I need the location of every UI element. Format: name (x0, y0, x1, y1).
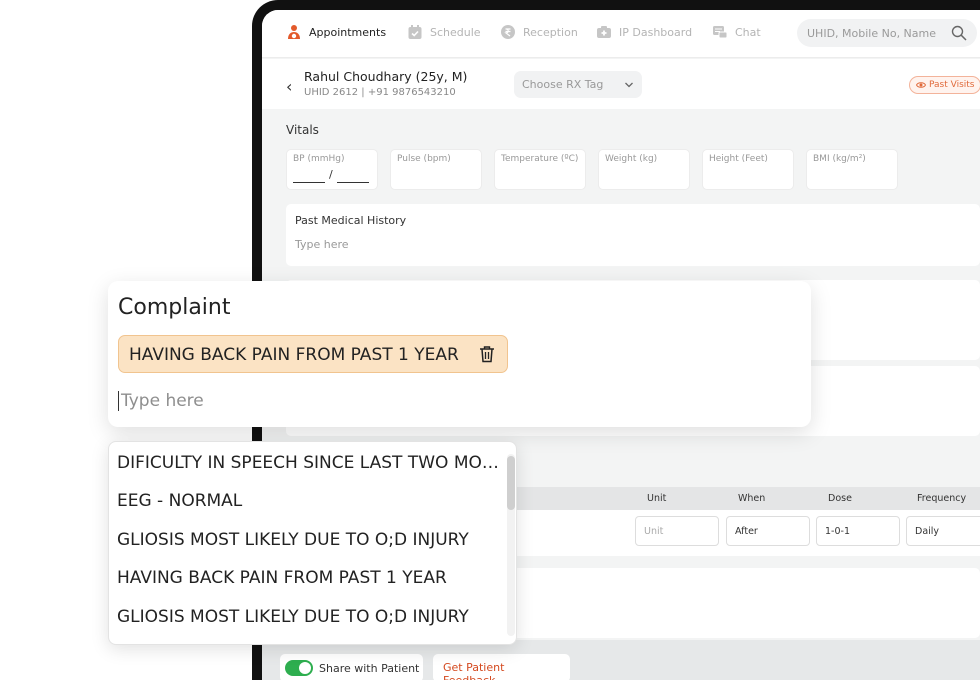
rupee-icon (501, 25, 515, 39)
nav-appointments[interactable]: Appointments (286, 24, 386, 40)
toggle-switch[interactable] (285, 660, 313, 676)
get-patient-feedback-button[interactable]: Get Patient Feedback (433, 654, 570, 680)
scrollbar-thumb[interactable] (507, 456, 515, 510)
search-icon[interactable] (951, 25, 967, 41)
search-input[interactable]: UHID, Mobile No, Name (797, 19, 977, 47)
vital-label: BMI (kg/m²) (813, 154, 866, 164)
vital-label: Weight (kg) (605, 154, 658, 164)
vital-height-field[interactable]: Height (Feet) (702, 149, 794, 190)
vital-label: Height (Feet) (709, 154, 768, 164)
past-medical-history-card[interactable]: Past Medical History Type here (286, 204, 980, 266)
calendar-check-icon (408, 25, 422, 39)
patient-info: UHID 2612 | +91 9876543210 (304, 87, 456, 98)
patient-name: Rahul Choudhary (25y, M) (304, 69, 468, 84)
nav-label: Appointments (309, 25, 387, 39)
vital-pulse-field[interactable]: Pulse (bpm) (390, 149, 482, 190)
nav-label: IP Dashboard (619, 25, 693, 39)
vital-label: Temperature (ºC) (501, 154, 579, 164)
nav-reception[interactable]: Reception (500, 24, 578, 40)
nav-chat[interactable]: Chat (712, 24, 761, 40)
complaint-suggestions-dropdown: DIFICULTY IN SPEECH SINCE LAST TWO MONTH… (108, 441, 517, 645)
chevron-down-icon (625, 82, 633, 88)
nav-label: Schedule (430, 25, 481, 39)
vital-label: BP (mmHg) (293, 154, 345, 164)
suggestion-item[interactable]: EEG - NORMAL (117, 491, 501, 511)
chat-icon (713, 26, 728, 39)
share-with-patient-toggle[interactable]: Share with Patient (280, 654, 423, 680)
vital-weight-field[interactable]: Weight (kg) (598, 149, 690, 190)
vitals-heading: Vitals (286, 123, 319, 137)
bp-diastolic-input[interactable] (337, 171, 369, 183)
rx-tag-select[interactable]: Choose RX Tag (514, 71, 642, 98)
complaint-chip: HAVING BACK PAIN FROM PAST 1 YEAR (118, 335, 508, 373)
share-label: Share with Patient (319, 661, 420, 675)
suggestion-item[interactable]: GLIOSIS MOST LIKELY DUE TO O;D INJURY (117, 607, 501, 627)
column-header-when: When (738, 493, 766, 504)
dose-input[interactable]: 1-0-1 (816, 516, 900, 546)
unit-input[interactable]: Unit (635, 516, 719, 546)
past-visits-label: Past Visits (929, 80, 975, 90)
appointments-icon (288, 25, 300, 39)
medical-cross-icon (597, 26, 611, 38)
frequency-select[interactable]: Daily (906, 516, 980, 546)
pmh-heading: Past Medical History (295, 214, 407, 227)
search-placeholder: UHID, Mobile No, Name (807, 26, 937, 40)
trash-icon[interactable] (477, 344, 497, 364)
vital-label: Pulse (bpm) (397, 154, 451, 164)
medicine-table-header: Unit When Dose Frequency (514, 487, 980, 510)
suggestion-item[interactable]: GLIOSIS MOST LIKELY DUE TO O;D INJURY (117, 530, 501, 550)
complaint-input[interactable]: Type here (118, 391, 204, 411)
complaint-heading: Complaint (118, 295, 231, 320)
vital-bmi-field[interactable]: BMI (kg/m²) (806, 149, 898, 190)
bp-separator: / (329, 168, 333, 181)
when-select[interactable]: After (726, 516, 810, 546)
column-header-unit: Unit (647, 493, 667, 504)
pmh-input[interactable]: Type here (295, 238, 349, 251)
nav-schedule[interactable]: Schedule (407, 24, 481, 40)
top-navbar: Appointments Schedule Reception IP Dashb… (262, 10, 980, 58)
complaint-panel: Complaint HAVING BACK PAIN FROM PAST 1 Y… (108, 281, 811, 427)
back-arrow-icon[interactable]: ‹ (286, 77, 292, 96)
nav-ip-dashboard[interactable]: IP Dashboard (596, 24, 692, 40)
rx-tag-placeholder: Choose RX Tag (522, 78, 604, 91)
medicine-table-row: Unit After 1-0-1 Daily (514, 510, 980, 556)
past-visits-button[interactable]: Past Visits (909, 76, 980, 94)
patient-header: ‹ Rahul Choudhary (25y, M) UHID 2612 | +… (262, 59, 980, 109)
suggestion-item[interactable]: HAVING BACK PAIN FROM PAST 1 YEAR (117, 568, 501, 588)
suggestion-item[interactable]: DIFICULTY IN SPEECH SINCE LAST TWO MONTH… (117, 453, 501, 473)
footer-bar: Share with Patient Get Patient Feedback (262, 640, 980, 680)
vital-temperature-field[interactable]: Temperature (ºC) (494, 149, 586, 190)
nav-label: Reception (523, 25, 578, 39)
column-header-dose: Dose (828, 493, 852, 504)
column-header-frequency: Frequency (917, 493, 967, 504)
nav-label: Chat (735, 25, 761, 39)
complaint-chip-label: HAVING BACK PAIN FROM PAST 1 YEAR (129, 345, 459, 365)
app-stage: Appointments Schedule Reception IP Dashb… (0, 0, 980, 680)
bp-systolic-input[interactable] (293, 171, 325, 183)
eye-icon (916, 82, 926, 88)
vital-bp-field[interactable]: BP (mmHg) / (286, 149, 378, 190)
